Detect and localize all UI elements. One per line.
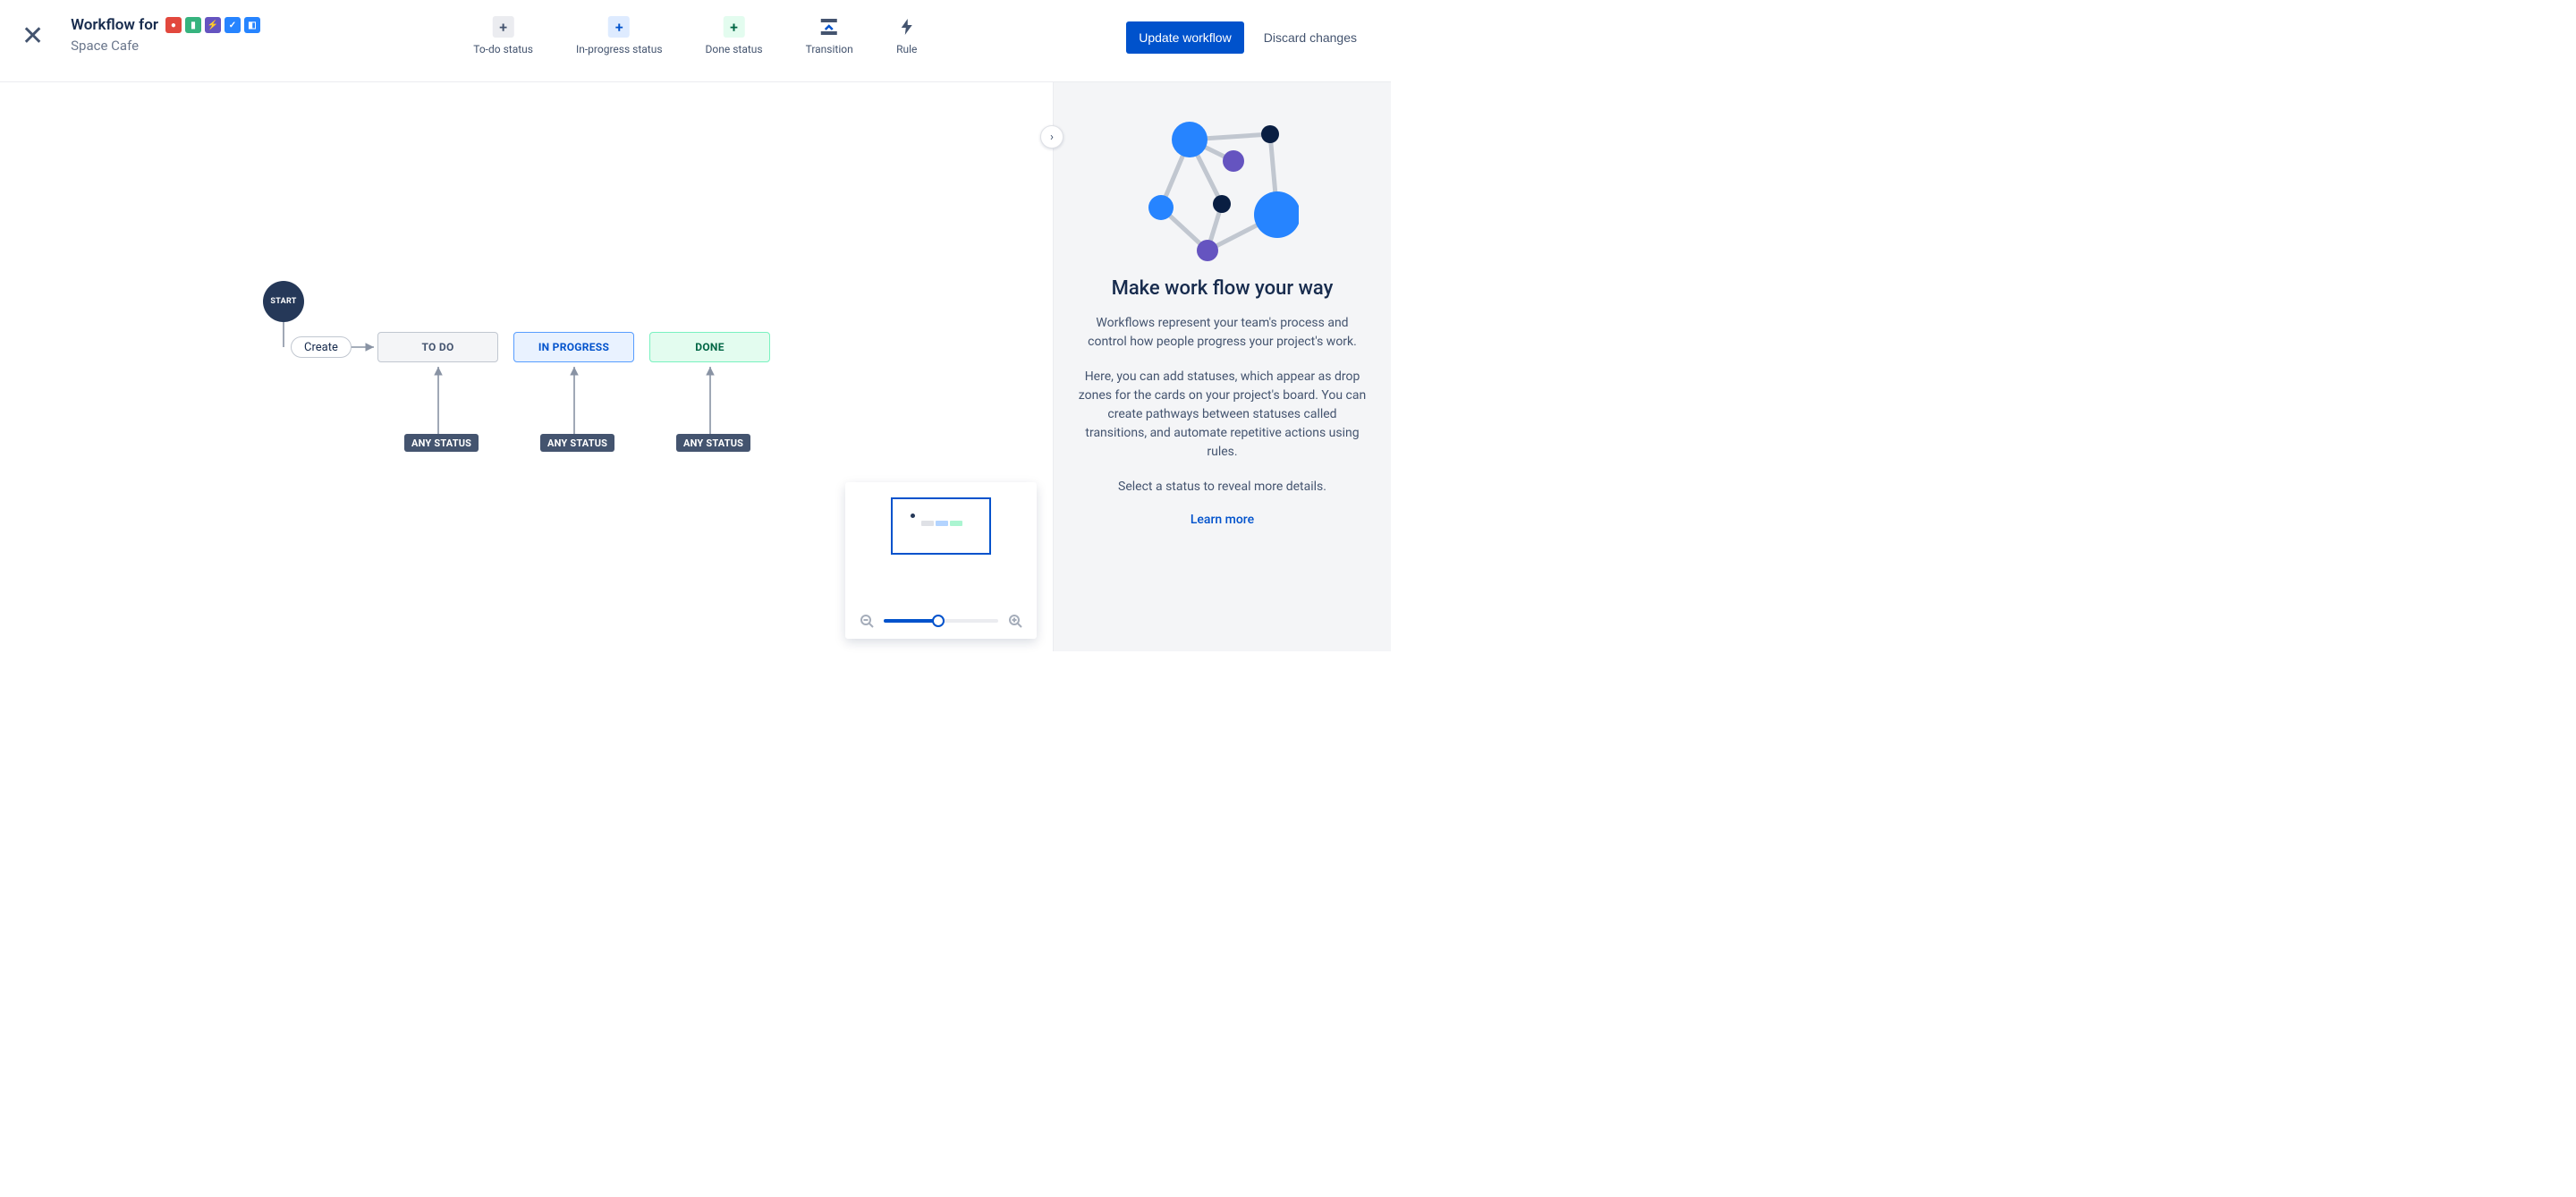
any-status-label[interactable]: ANY STATUS [540,434,614,452]
plus-icon: + [608,16,630,38]
collapse-panel-button[interactable]: › [1040,125,1063,149]
workflow-illustration [1147,118,1299,261]
minimap [845,482,1037,639]
learn-more-link[interactable]: Learn more [1077,513,1368,527]
page-title-prefix: Workflow for [71,16,158,34]
page-subtitle: Space Cafe [71,38,260,54]
zoom-slider-thumb[interactable] [932,615,945,627]
toolbar-label: To-do status [473,43,533,55]
close-icon[interactable]: ✕ [21,23,44,50]
panel-paragraph-3: Select a status to reveal more details. [1077,478,1368,497]
title-block: Workflow for ● ▮ ⚡ ✓ ◧ Space Cafe [71,16,260,54]
add-inprogress-status-button[interactable]: + In-progress status [576,16,663,55]
epic-icon: ⚡ [205,17,221,33]
status-todo[interactable]: TO DO [377,332,498,362]
top-actions: Update workflow Discard changes [1126,21,1369,54]
panel-heading: Make work flow your way [1077,277,1368,300]
toolbar-label: Transition [806,43,853,55]
any-status-label[interactable]: ANY STATUS [676,434,750,452]
toolbar-label: Done status [706,43,763,55]
transition-icon [818,16,840,38]
create-transition-pill[interactable]: Create [291,336,352,358]
lightning-icon [896,16,918,38]
minimap-status-blue [936,521,948,526]
add-rule-button[interactable]: Rule [896,16,918,55]
zoom-slider-fill [884,619,938,623]
story-icon: ▮ [185,17,201,33]
add-done-status-button[interactable]: + Done status [706,16,763,55]
toolbar: + To-do status + In-progress status + Do… [473,16,917,55]
toolbar-label: Rule [896,43,917,55]
minimap-start-dot [911,514,915,518]
toolbar-label: In-progress status [576,43,663,55]
plus-icon: + [493,16,514,38]
task-icon: ✓ [225,17,241,33]
zoom-controls [846,613,1036,629]
discard-changes-button[interactable]: Discard changes [1251,21,1369,54]
top-bar: ✕ Workflow for ● ▮ ⚡ ✓ ◧ Space Cafe + To… [0,0,1391,82]
status-in-progress[interactable]: IN PROGRESS [513,332,634,362]
zoom-out-button[interactable] [859,613,875,629]
add-todo-status-button[interactable]: + To-do status [473,16,533,55]
minimap-viewport[interactable] [891,497,991,555]
update-workflow-button[interactable]: Update workflow [1126,21,1244,54]
any-status-label[interactable]: ANY STATUS [404,434,479,452]
zoom-slider[interactable] [884,619,998,623]
bug-icon: ● [165,17,182,33]
side-panel: Make work flow your way Workflows repres… [1053,82,1391,651]
minimap-status-green [950,521,962,526]
plus-icon: + [724,16,745,38]
start-node[interactable]: START [263,281,304,322]
issue-type-icons: ● ▮ ⚡ ✓ ◧ [165,17,260,33]
minimap-status-gray [921,521,934,526]
panel-paragraph-2: Here, you can add statuses, which appear… [1077,368,1368,462]
page-title-row: Workflow for ● ▮ ⚡ ✓ ◧ [71,16,260,34]
subtask-icon: ◧ [244,17,260,33]
status-done[interactable]: DONE [649,332,770,362]
zoom-in-button[interactable] [1007,613,1023,629]
panel-paragraph-1: Workflows represent your team's process … [1077,314,1368,352]
add-transition-button[interactable]: Transition [806,16,853,55]
